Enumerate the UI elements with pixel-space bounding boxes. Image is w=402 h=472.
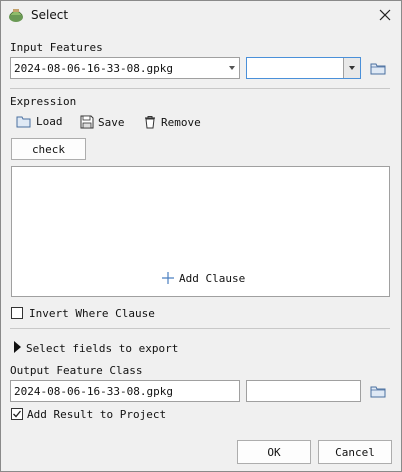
separator	[10, 88, 390, 89]
close-icon	[379, 9, 391, 21]
add-clause-label: Add Clause	[179, 271, 246, 285]
input-features-secondary-combo[interactable]	[246, 57, 361, 79]
remove-button[interactable]: Remove	[143, 115, 201, 129]
add-result-label: Add Result to Project	[27, 408, 167, 421]
invert-where-checkbox[interactable]	[11, 307, 23, 319]
load-button[interactable]: Load	[16, 115, 63, 128]
save-label: Save	[98, 115, 125, 129]
output-feature-class-field[interactable]: 2024-08-06-16-33-08.gpkg	[10, 380, 240, 402]
cancel-button[interactable]: Cancel	[318, 440, 392, 464]
check-button[interactable]: check	[11, 138, 86, 160]
output-secondary-field[interactable]	[246, 380, 361, 402]
remove-label: Remove	[161, 115, 201, 129]
save-button[interactable]: Save	[80, 115, 125, 129]
input-features-value: 2024-08-06-16-33-08.gpkg	[14, 62, 173, 75]
caret-right-icon[interactable]	[14, 341, 21, 353]
plus-icon	[162, 272, 174, 284]
app-icon	[9, 9, 23, 22]
trash-icon	[145, 116, 155, 129]
output-feature-class-label: Output Feature Class	[10, 364, 143, 377]
folder-icon[interactable]	[370, 61, 386, 75]
checkmark-icon	[13, 410, 22, 418]
folder-icon[interactable]	[370, 384, 386, 398]
invert-where-label: Invert Where Clause	[29, 307, 155, 320]
expression-label: Expression	[10, 95, 77, 108]
output-feature-class-value: 2024-08-06-16-33-08.gpkg	[14, 385, 173, 398]
save-icon	[80, 115, 94, 129]
add-clause-button[interactable]: Add Clause	[161, 271, 245, 285]
input-features-label: Input Features	[10, 41, 103, 54]
select-fields-toggle[interactable]: Select fields to export	[26, 342, 178, 355]
load-label: Load	[36, 115, 63, 128]
dropdown-arrow-button[interactable]	[343, 58, 360, 78]
separator	[10, 328, 390, 329]
ok-button[interactable]: OK	[237, 440, 311, 464]
window-title: Select	[31, 8, 69, 22]
input-features-combo[interactable]: 2024-08-06-16-33-08.gpkg	[10, 57, 240, 79]
open-folder-icon	[16, 116, 31, 128]
close-button[interactable]	[372, 4, 398, 26]
chevron-down-icon	[229, 66, 235, 70]
add-result-checkbox[interactable]	[11, 408, 23, 420]
